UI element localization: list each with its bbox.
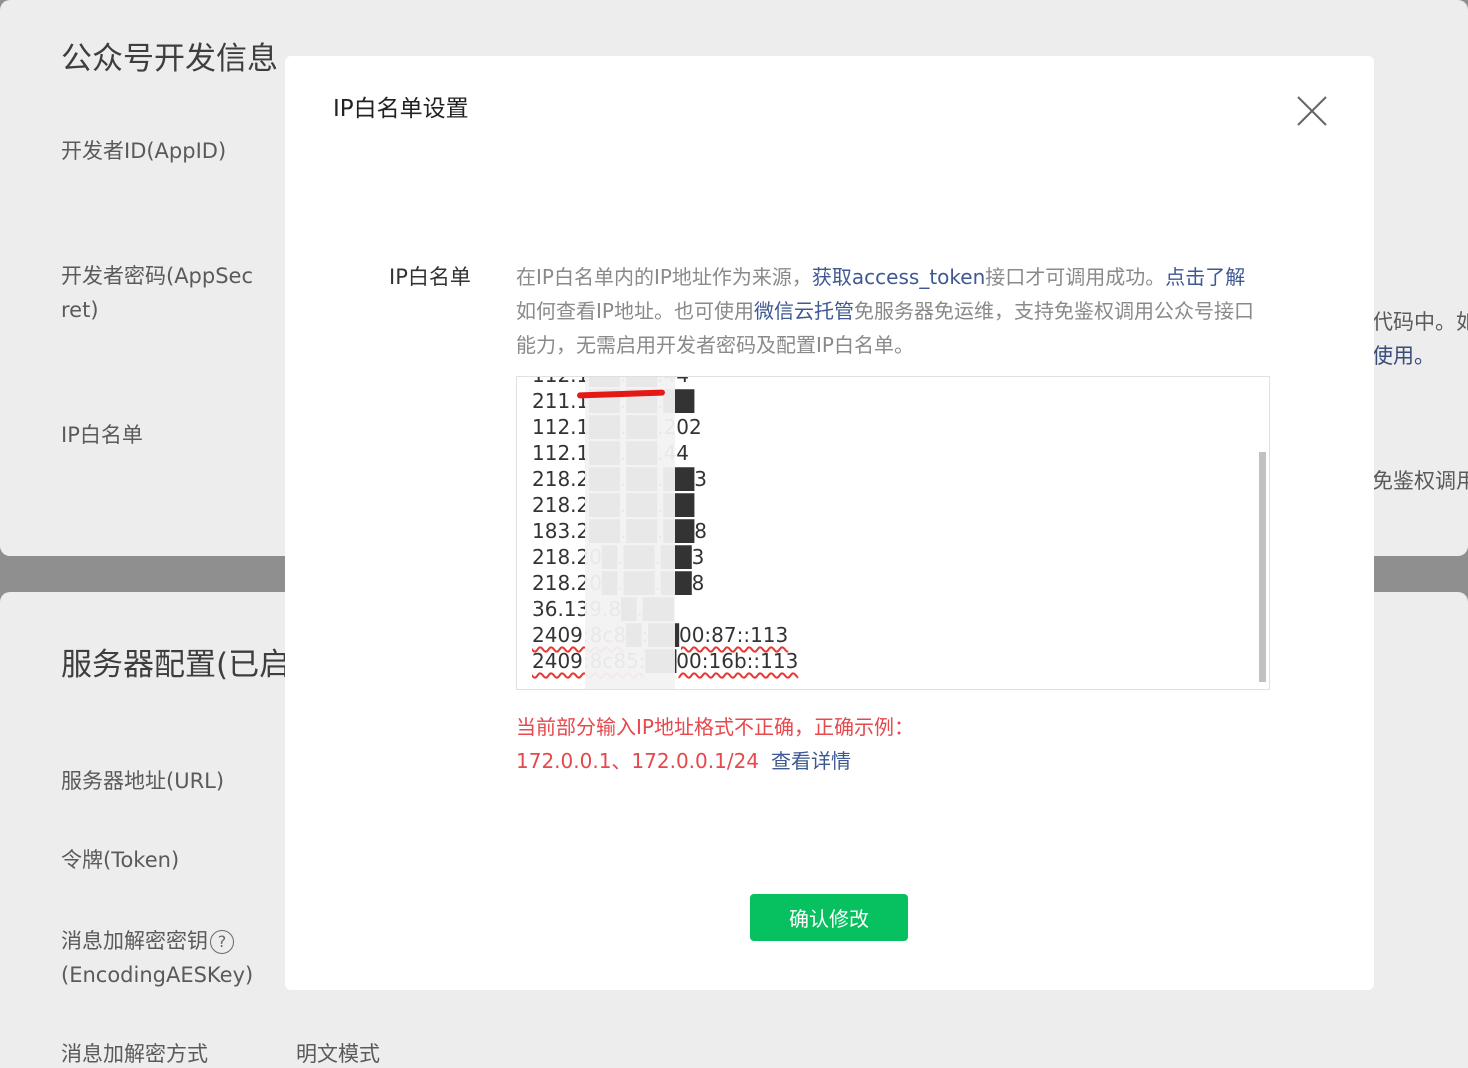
aes-key-label-text: 消息加解密密钥	[61, 929, 208, 953]
ip-whitelist-description: 在IP白名单内的IP地址作为来源，获取access_token接口才可调用成功。…	[516, 260, 1256, 362]
ip-entry: 2409:8c8█:██00:87::113	[532, 623, 789, 647]
bg-right-text-3: 免鉴权调用	[1372, 469, 1468, 493]
ip-entry: 112.1██.██.44	[532, 441, 689, 465]
secret-label-line1: 开发者密码(AppSec	[61, 264, 254, 288]
learn-more-link[interactable]: 点击了解	[1165, 265, 1245, 289]
view-details-link[interactable]: 查看详情	[771, 744, 851, 778]
ip-entry: 2409:8c85:██00:16b::113	[532, 649, 799, 673]
section-title-dev-info: 公众号开发信息	[61, 41, 278, 77]
ip-whitelist-label: IP白名单	[61, 423, 143, 447]
ip-entry: 218.20█.██.██8	[532, 571, 705, 595]
bg-right-text-1: 代码中。如	[1372, 310, 1468, 334]
confirm-change-button[interactable]: 确认修改	[750, 894, 908, 941]
encrypt-mode-label: 消息加解密方式	[61, 1042, 208, 1066]
ip-entry: 36.139.8█.██	[532, 597, 674, 621]
aes-key-label-line1: 消息加解密密钥?	[61, 924, 234, 958]
ip-entry: 112.1██.██.44	[532, 377, 798, 388]
server-url-label: 服务器地址(URL)	[61, 769, 225, 793]
ip-entry: 218.2██.██.██	[532, 493, 695, 517]
secret-label-line2: ret)	[61, 298, 99, 322]
dialog-title: IP白名单设置	[333, 96, 469, 122]
appid-label: 开发者ID(AppID)	[61, 139, 227, 163]
ip-whitelist-field-label: IP白名单	[389, 265, 471, 289]
ip-format-error: 当前部分输入IP地址格式不正确，正确示例：	[516, 715, 914, 739]
close-button[interactable]	[1295, 94, 1329, 128]
scrollbar-thumb[interactable]	[1259, 452, 1266, 682]
ip-list: 112.1██.██.44211.1██.██.██112.1██.██.202…	[532, 377, 799, 674]
scrollbar-track[interactable]	[1257, 377, 1269, 689]
aes-key-label-line2: (EncodingAESKey)	[61, 963, 254, 987]
bg-right-text-2[interactable]: 使用。	[1372, 339, 1435, 373]
desc-text-3: 如何查看IP地址。也可使用	[516, 299, 754, 323]
ip-whitelist-dialog: IP白名单设置 IP白名单 在IP白名单内的IP地址作为来源，获取access_…	[285, 56, 1374, 990]
desc-text-2: 接口才可调用成功。	[985, 265, 1166, 289]
ip-entry: 211.1██.██.██	[532, 389, 695, 413]
close-icon	[1297, 96, 1327, 126]
ip-entry: 112.1██.██.202	[532, 415, 702, 439]
ip-entry: 183.2██.██.██8	[532, 519, 707, 543]
ip-whitelist-textarea[interactable]: 112.1██.██.44211.1██.██.██112.1██.██.202…	[516, 376, 1270, 690]
ip-entry: 218.20█.██.██3	[532, 545, 705, 569]
help-icon[interactable]: ?	[210, 930, 234, 954]
access-token-link[interactable]: 获取access_token	[812, 265, 985, 289]
ip-entry: 218.2██.██.██3	[532, 467, 707, 491]
encrypt-mode-value: 明文模式	[296, 1042, 380, 1066]
desc-text-1: 在IP白名单内的IP地址作为来源，	[516, 265, 812, 289]
wechat-cloud-hosting-link[interactable]: 微信云托管	[754, 299, 854, 323]
token-label: 令牌(Token)	[61, 848, 180, 872]
ip-format-example: 172.0.0.1、172.0.0.1/24	[516, 749, 760, 773]
